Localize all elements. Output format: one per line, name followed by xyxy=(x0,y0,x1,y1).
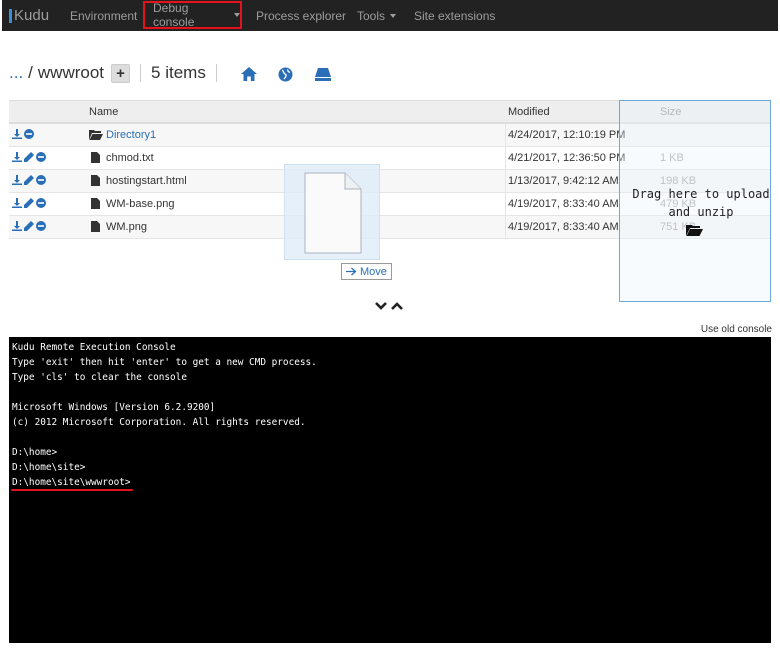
console-line: Type 'exit' then hit 'enter' to get a ne… xyxy=(12,357,317,368)
breadcrumb-separator: / xyxy=(28,63,33,82)
nav-debug-console[interactable]: Debug console xyxy=(143,1,242,29)
breadcrumb: ... / wwwroot + 5 items xyxy=(9,62,227,84)
globe-icon[interactable] xyxy=(278,67,293,87)
divider xyxy=(140,64,142,82)
file-modified: 4/21/2017, 12:36:50 PM xyxy=(508,152,626,164)
console-line: D:\home\site> xyxy=(12,462,86,473)
caret-down-icon xyxy=(234,13,240,17)
nav-site-extensions-label: Site extensions xyxy=(414,8,496,23)
file-name-link[interactable]: Directory1 xyxy=(106,129,156,141)
nav-debug-console-label: Debug console xyxy=(153,1,195,29)
download-icon[interactable] xyxy=(12,152,22,165)
column-divider xyxy=(505,170,506,192)
top-navbar: Kudu Environment Debug console Process e… xyxy=(2,0,778,31)
folder-open-icon xyxy=(89,129,103,143)
file-icon xyxy=(304,172,362,254)
caret-down-icon xyxy=(390,13,397,18)
items-count: 5 items xyxy=(151,63,206,82)
delete-icon[interactable] xyxy=(36,221,46,234)
column-header-name[interactable]: Name xyxy=(89,106,118,118)
move-label: Move xyxy=(360,265,387,278)
row-actions xyxy=(12,221,46,234)
row-actions xyxy=(12,129,34,142)
file-modified: 4/19/2017, 8:33:40 AM xyxy=(508,221,619,233)
download-icon[interactable] xyxy=(12,198,22,211)
resize-toggle[interactable] xyxy=(375,299,405,317)
nav-environment-label: Environment xyxy=(70,8,138,23)
column-header-modified[interactable]: Modified xyxy=(508,106,550,118)
folder-open-icon xyxy=(686,223,703,241)
arrow-right-icon xyxy=(346,267,357,276)
edit-pencil-icon[interactable] xyxy=(24,175,34,188)
highlight-underline xyxy=(11,489,133,491)
edit-pencil-icon[interactable] xyxy=(24,152,34,165)
drop-zone-text: Drag here to upload and unzip xyxy=(632,187,770,219)
row-actions xyxy=(12,175,46,188)
console-prompt: D:\home\site\wwwroot> xyxy=(12,477,131,488)
console-line: D:\home> xyxy=(12,447,58,458)
brand-name: Kudu xyxy=(14,7,50,24)
file-modified: 4/19/2017, 8:33:40 AM xyxy=(508,198,619,210)
breadcrumb-parent-link[interactable]: ... xyxy=(9,63,23,83)
nav-process-explorer-label: Process explorer xyxy=(256,8,347,23)
delete-icon[interactable] xyxy=(36,198,46,211)
download-icon[interactable] xyxy=(12,129,22,142)
file-icon xyxy=(91,221,100,235)
use-old-console-link[interactable]: Use old console xyxy=(701,324,772,335)
delete-icon[interactable] xyxy=(36,175,46,188)
console-line: Microsoft Windows [Version 6.2.9200] xyxy=(12,402,216,413)
drag-preview xyxy=(284,164,380,260)
nav-site-extensions[interactable]: Site extensions xyxy=(414,0,495,31)
file-name[interactable]: WM.png xyxy=(106,221,147,233)
delete-icon[interactable] xyxy=(36,152,46,165)
chevron-down-icon xyxy=(375,302,387,310)
chevron-up-icon xyxy=(391,302,403,310)
delete-icon[interactable] xyxy=(24,129,34,142)
row-actions xyxy=(12,198,46,211)
edit-pencil-icon[interactable] xyxy=(24,198,34,211)
nav-tools[interactable]: Tools xyxy=(357,0,397,31)
console-line: Kudu Remote Execution Console xyxy=(12,342,176,353)
kudu-logo-icon xyxy=(9,8,12,23)
download-icon[interactable] xyxy=(12,175,22,188)
column-divider xyxy=(505,124,506,146)
file-icon xyxy=(91,198,100,212)
move-tooltip: Move xyxy=(341,263,392,280)
file-name[interactable]: chmod.txt xyxy=(106,152,154,164)
home-icon[interactable] xyxy=(241,67,257,86)
nav-environment[interactable]: Environment xyxy=(70,0,137,31)
file-icon xyxy=(91,175,100,189)
breadcrumb-current: wwwroot xyxy=(37,63,105,82)
file-modified: 4/24/2017, 12:10:19 PM xyxy=(508,129,626,141)
column-divider xyxy=(505,193,506,215)
hard-drive-icon[interactable] xyxy=(315,68,331,86)
console-line: Type 'cls' to clear the console xyxy=(12,372,187,383)
nav-tools-label: Tools xyxy=(357,8,386,23)
column-divider xyxy=(505,216,506,238)
edit-pencil-icon[interactable] xyxy=(24,221,34,234)
download-icon[interactable] xyxy=(12,221,22,234)
file-name[interactable]: WM-base.png xyxy=(106,198,174,210)
file-icon xyxy=(91,152,100,166)
file-modified: 1/13/2017, 9:42:12 AM xyxy=(508,175,619,187)
column-divider xyxy=(505,147,506,169)
upload-drop-zone[interactable]: Drag here to upload and unzip xyxy=(619,100,771,302)
row-actions xyxy=(12,152,46,165)
add-new-button[interactable]: + xyxy=(111,63,131,83)
divider xyxy=(215,64,217,82)
file-name[interactable]: hostingstart.html xyxy=(106,175,187,187)
console-line: (c) 2012 Microsoft Corporation. All righ… xyxy=(12,417,306,428)
nav-process-explorer[interactable]: Process explorer xyxy=(256,0,346,31)
kudu-logo[interactable]: Kudu xyxy=(2,0,60,31)
